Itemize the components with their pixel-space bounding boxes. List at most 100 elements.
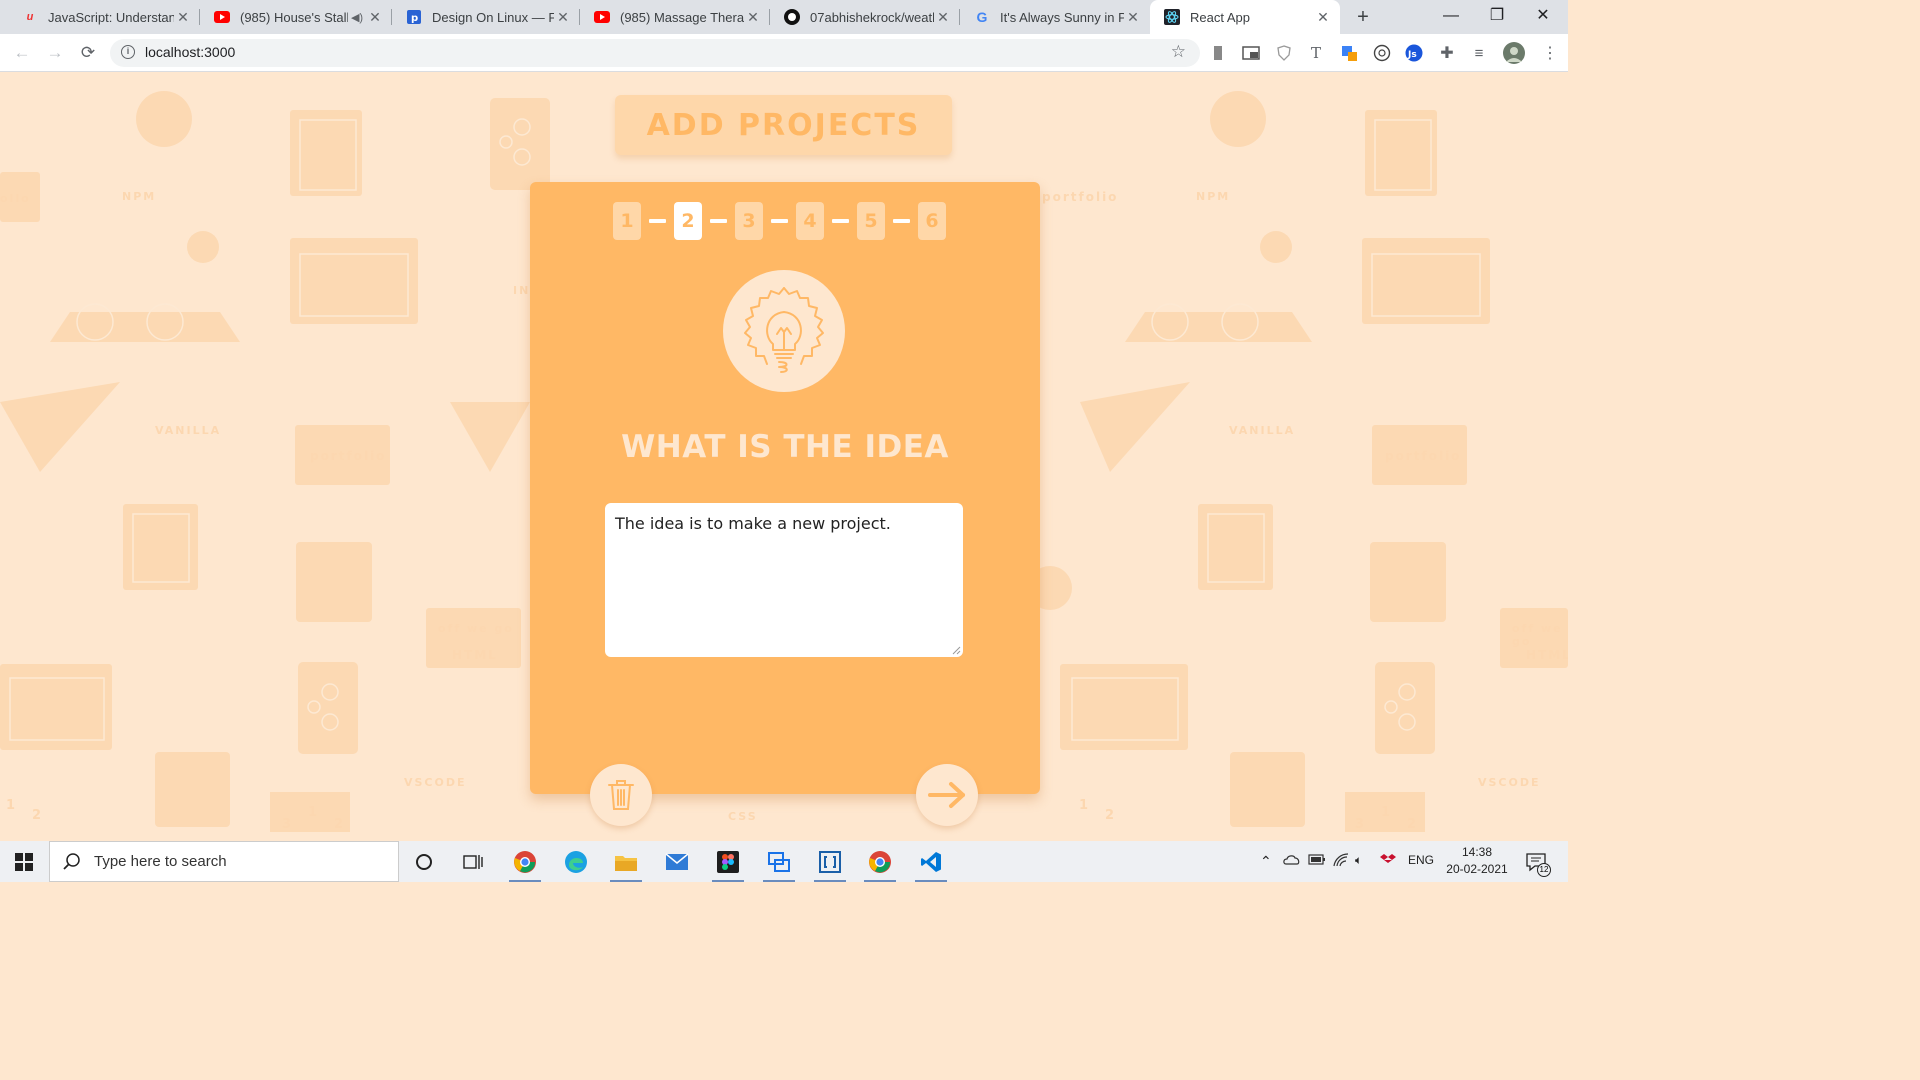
step-5[interactable]: 5 xyxy=(857,202,885,240)
forward-button[interactable]: → xyxy=(44,42,66,64)
restore-button[interactable]: ❐ xyxy=(1474,0,1520,34)
step-1[interactable]: 1 xyxy=(613,202,641,240)
browser-tab[interactable]: G It's Always Sunny in Ph ✕ xyxy=(960,0,1150,34)
resize-grip-icon[interactable] xyxy=(952,646,961,655)
bg-label: VANILLA xyxy=(1229,424,1296,437)
js-extension-icon[interactable]: Js xyxy=(1405,44,1423,62)
bg-label: portfolio xyxy=(1385,449,1462,463)
notification-count-badge: 12 xyxy=(1537,863,1551,877)
onedrive-icon[interactable] xyxy=(1283,853,1301,868)
browser-tab-active[interactable]: React App ✕ xyxy=(1150,0,1340,34)
extension-icon[interactable] xyxy=(1209,44,1227,62)
tab-title: 07abhishekrock/weath xyxy=(810,9,934,25)
battery-icon[interactable] xyxy=(1308,853,1326,868)
circle-extension-icon[interactable] xyxy=(1373,44,1391,62)
clock[interactable]: 14:38 20-02-2021 xyxy=(1438,844,1516,878)
bg-label: 2 xyxy=(1105,808,1117,823)
remote-connect-icon[interactable] xyxy=(755,841,803,882)
language-indicator[interactable]: ENG xyxy=(1408,853,1434,867)
bg-label: VSCODE xyxy=(1478,776,1541,789)
shield-icon[interactable] xyxy=(1275,44,1293,62)
cortana-icon[interactable] xyxy=(400,841,448,882)
media-queue-icon[interactable]: ≡ xyxy=(1470,44,1488,62)
avatar[interactable] xyxy=(1503,42,1525,64)
add-projects-header: ADD PROJECTS xyxy=(615,95,952,155)
step-3[interactable]: 3 xyxy=(735,202,763,240)
close-tab-icon[interactable]: ✕ xyxy=(1124,9,1142,26)
project-wizard-card: 1 2 3 4 5 6 WHAT IS THE IDEA The idea is… xyxy=(530,182,1040,826)
close-tab-icon[interactable]: ✕ xyxy=(1314,9,1332,26)
bg-label: NPM xyxy=(122,190,157,203)
chrome-taskbar-icon[interactable] xyxy=(856,841,904,882)
bg-label: 2 xyxy=(32,808,44,823)
tab-title: Design On Linux — Fig xyxy=(432,9,554,25)
url-text: localhost:3000 xyxy=(145,44,236,60)
tab-title: (985) Massage Therapy xyxy=(620,9,744,25)
file-explorer-icon[interactable] xyxy=(602,841,650,882)
close-tab-icon[interactable]: ✕ xyxy=(554,9,572,26)
youtube-icon xyxy=(594,9,610,25)
delete-button[interactable] xyxy=(590,764,652,826)
wifi-icon[interactable] xyxy=(1333,853,1349,870)
idea-textarea[interactable]: The idea is to make a new project. xyxy=(605,503,963,657)
tab-title: React App xyxy=(1190,9,1250,25)
show-hidden-icons-icon[interactable]: ⌃ xyxy=(1260,853,1272,870)
search-icon xyxy=(63,852,80,870)
reload-button[interactable]: ⟳ xyxy=(77,42,99,64)
arrow-right-icon xyxy=(928,782,965,808)
windows-taskbar: Type here to search ⌃ 🔈︎ ENG 14:38 20-02… xyxy=(0,841,1568,882)
close-tab-icon[interactable]: ✕ xyxy=(366,9,384,26)
address-bar[interactable]: i localhost:3000 ☆ xyxy=(110,39,1200,67)
edge-taskbar-icon[interactable] xyxy=(552,841,600,882)
youtube-icon xyxy=(214,9,230,25)
extensions-puzzle-icon[interactable]: ✚ xyxy=(1438,44,1456,62)
menu-kebab-icon[interactable]: ⋮ xyxy=(1541,44,1559,62)
extension-icon[interactable] xyxy=(1340,44,1358,62)
clock-date: 20-02-2021 xyxy=(1446,862,1508,876)
step-6[interactable]: 6 xyxy=(918,202,946,240)
chrome-taskbar-icon[interactable] xyxy=(501,841,549,882)
mail-icon[interactable] xyxy=(653,841,701,882)
search-placeholder: Type here to search xyxy=(94,853,227,870)
close-tab-icon[interactable]: ✕ xyxy=(744,9,762,26)
bg-label: 3 xyxy=(282,817,294,832)
bg-label: 3 xyxy=(1355,817,1367,832)
react-icon xyxy=(1164,9,1180,25)
browser-tab[interactable]: u JavaScript: Understandi ✕ xyxy=(8,0,200,34)
bg-label: off we go xyxy=(438,622,514,635)
volume-icon[interactable]: 🔈︎ xyxy=(1355,853,1362,868)
browser-tab[interactable]: p Design On Linux — Fig ✕ xyxy=(392,0,580,34)
new-tab-button[interactable]: + xyxy=(1351,5,1375,29)
step-indicator: 1 2 3 4 5 6 xyxy=(613,202,946,240)
text-icon[interactable]: T xyxy=(1307,44,1325,62)
trash-icon xyxy=(608,780,634,810)
minimize-button[interactable]: — xyxy=(1428,0,1474,34)
bookmark-star-icon[interactable]: ☆ xyxy=(1171,42,1186,62)
extension-icon[interactable] xyxy=(1242,44,1260,62)
browser-tab[interactable]: (985) Massage Therapy ✕ xyxy=(580,0,770,34)
step-4[interactable]: 4 xyxy=(796,202,824,240)
task-view-icon[interactable] xyxy=(449,841,497,882)
taskbar-search-box[interactable]: Type here to search xyxy=(49,841,399,882)
bg-label: 1 xyxy=(6,798,18,813)
bracket-app-icon[interactable] xyxy=(806,841,854,882)
close-tab-icon[interactable]: ✕ xyxy=(174,9,192,26)
windows-start-icon[interactable] xyxy=(0,841,48,882)
bg-label: 1 xyxy=(308,805,320,820)
site-info-icon[interactable]: i xyxy=(121,45,135,59)
clock-time: 14:38 xyxy=(1461,845,1493,859)
dropbox-icon[interactable] xyxy=(1380,853,1396,870)
bg-label: off we go xyxy=(1512,622,1563,648)
figma-icon[interactable] xyxy=(704,841,752,882)
notifications-icon[interactable]: 12 xyxy=(1516,841,1556,882)
next-button[interactable] xyxy=(916,764,978,826)
google-icon: G xyxy=(976,9,988,25)
browser-tab[interactable]: (985) House's Stalk ◀) ✕ xyxy=(200,0,392,34)
close-tab-icon[interactable]: ✕ xyxy=(934,9,952,26)
close-window-button[interactable]: ✕ xyxy=(1520,0,1566,34)
vscode-icon[interactable] xyxy=(907,841,955,882)
step-2-active[interactable]: 2 xyxy=(674,202,702,240)
speaker-muted-icon[interactable]: ◀) xyxy=(348,11,366,24)
browser-tab[interactable]: 07abhishekrock/weath ✕ xyxy=(770,0,960,34)
back-button[interactable]: ← xyxy=(11,42,33,64)
